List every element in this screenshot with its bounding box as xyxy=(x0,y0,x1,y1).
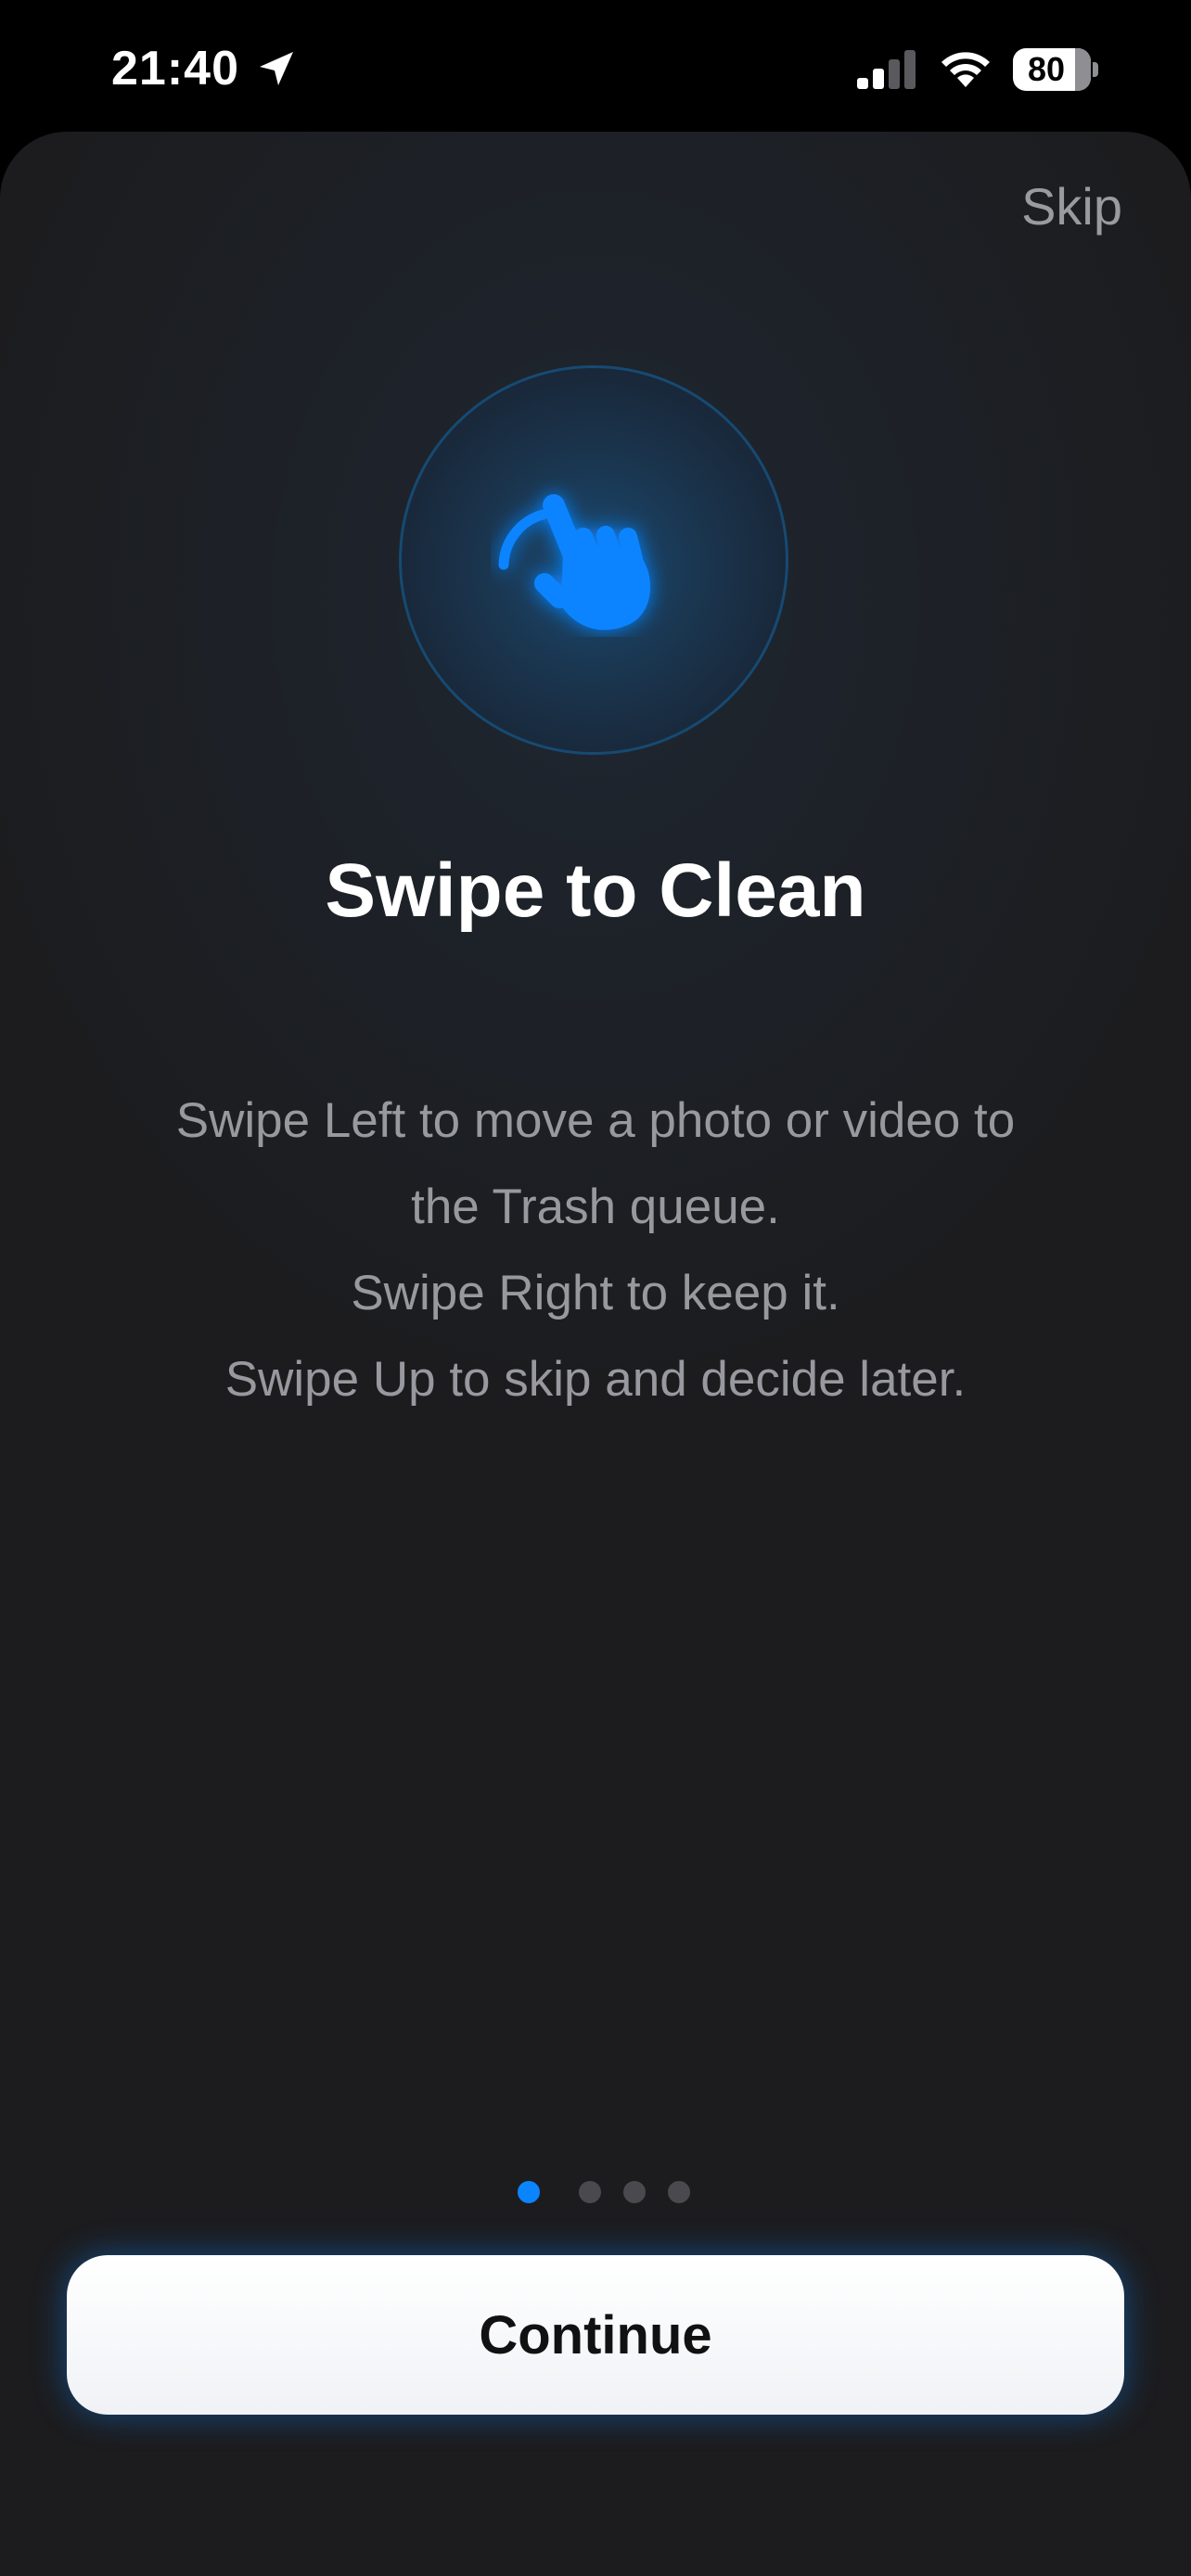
battery-cap xyxy=(1093,62,1098,77)
instruction-line: Swipe Right to keep it. xyxy=(351,1266,840,1320)
page-dot-4[interactable] xyxy=(668,2181,690,2203)
signal-bar xyxy=(904,50,916,89)
battery-percent: 80 xyxy=(1027,50,1066,88)
page-dot-2[interactable] xyxy=(579,2181,601,2203)
instruction-line: Swipe Left to move a photo or video to xyxy=(175,1093,1016,1148)
skip-button[interactable]: Skip xyxy=(1021,176,1122,236)
status-time: 21:40 xyxy=(111,42,239,96)
screen: 21:40 80 Skip Swipe to Clean Swipe Left … xyxy=(0,0,1191,2576)
instructions-text: Swipe Left to move a photo or video to t… xyxy=(74,1078,1117,1422)
signal-bar xyxy=(873,69,884,89)
signal-bar xyxy=(889,59,900,89)
status-bar: 21:40 80 xyxy=(0,0,1191,132)
hero-icon-circle xyxy=(399,365,788,755)
onboarding-sheet: Skip Swipe to Clean Swipe Left to move a… xyxy=(0,132,1191,2576)
cellular-signal-icon xyxy=(857,50,920,89)
continue-button[interactable]: Continue xyxy=(67,2255,1124,2415)
wifi-icon xyxy=(937,46,994,89)
signal-bar xyxy=(857,78,868,89)
page-title: Swipe to Clean xyxy=(325,848,866,933)
location-arrow-icon xyxy=(256,48,297,89)
page-dot-1[interactable] xyxy=(518,2181,540,2203)
battery-indicator: 80 xyxy=(1013,48,1098,91)
page-indicator[interactable] xyxy=(0,2177,1191,2205)
hand-tap-icon xyxy=(491,479,676,637)
page-dot-3[interactable] xyxy=(623,2181,646,2203)
instruction-line: Swipe Up to skip and decide later. xyxy=(224,1352,967,1407)
instruction-line: the Trash queue. xyxy=(411,1180,780,1234)
battery-icon: 80 xyxy=(1013,48,1091,91)
